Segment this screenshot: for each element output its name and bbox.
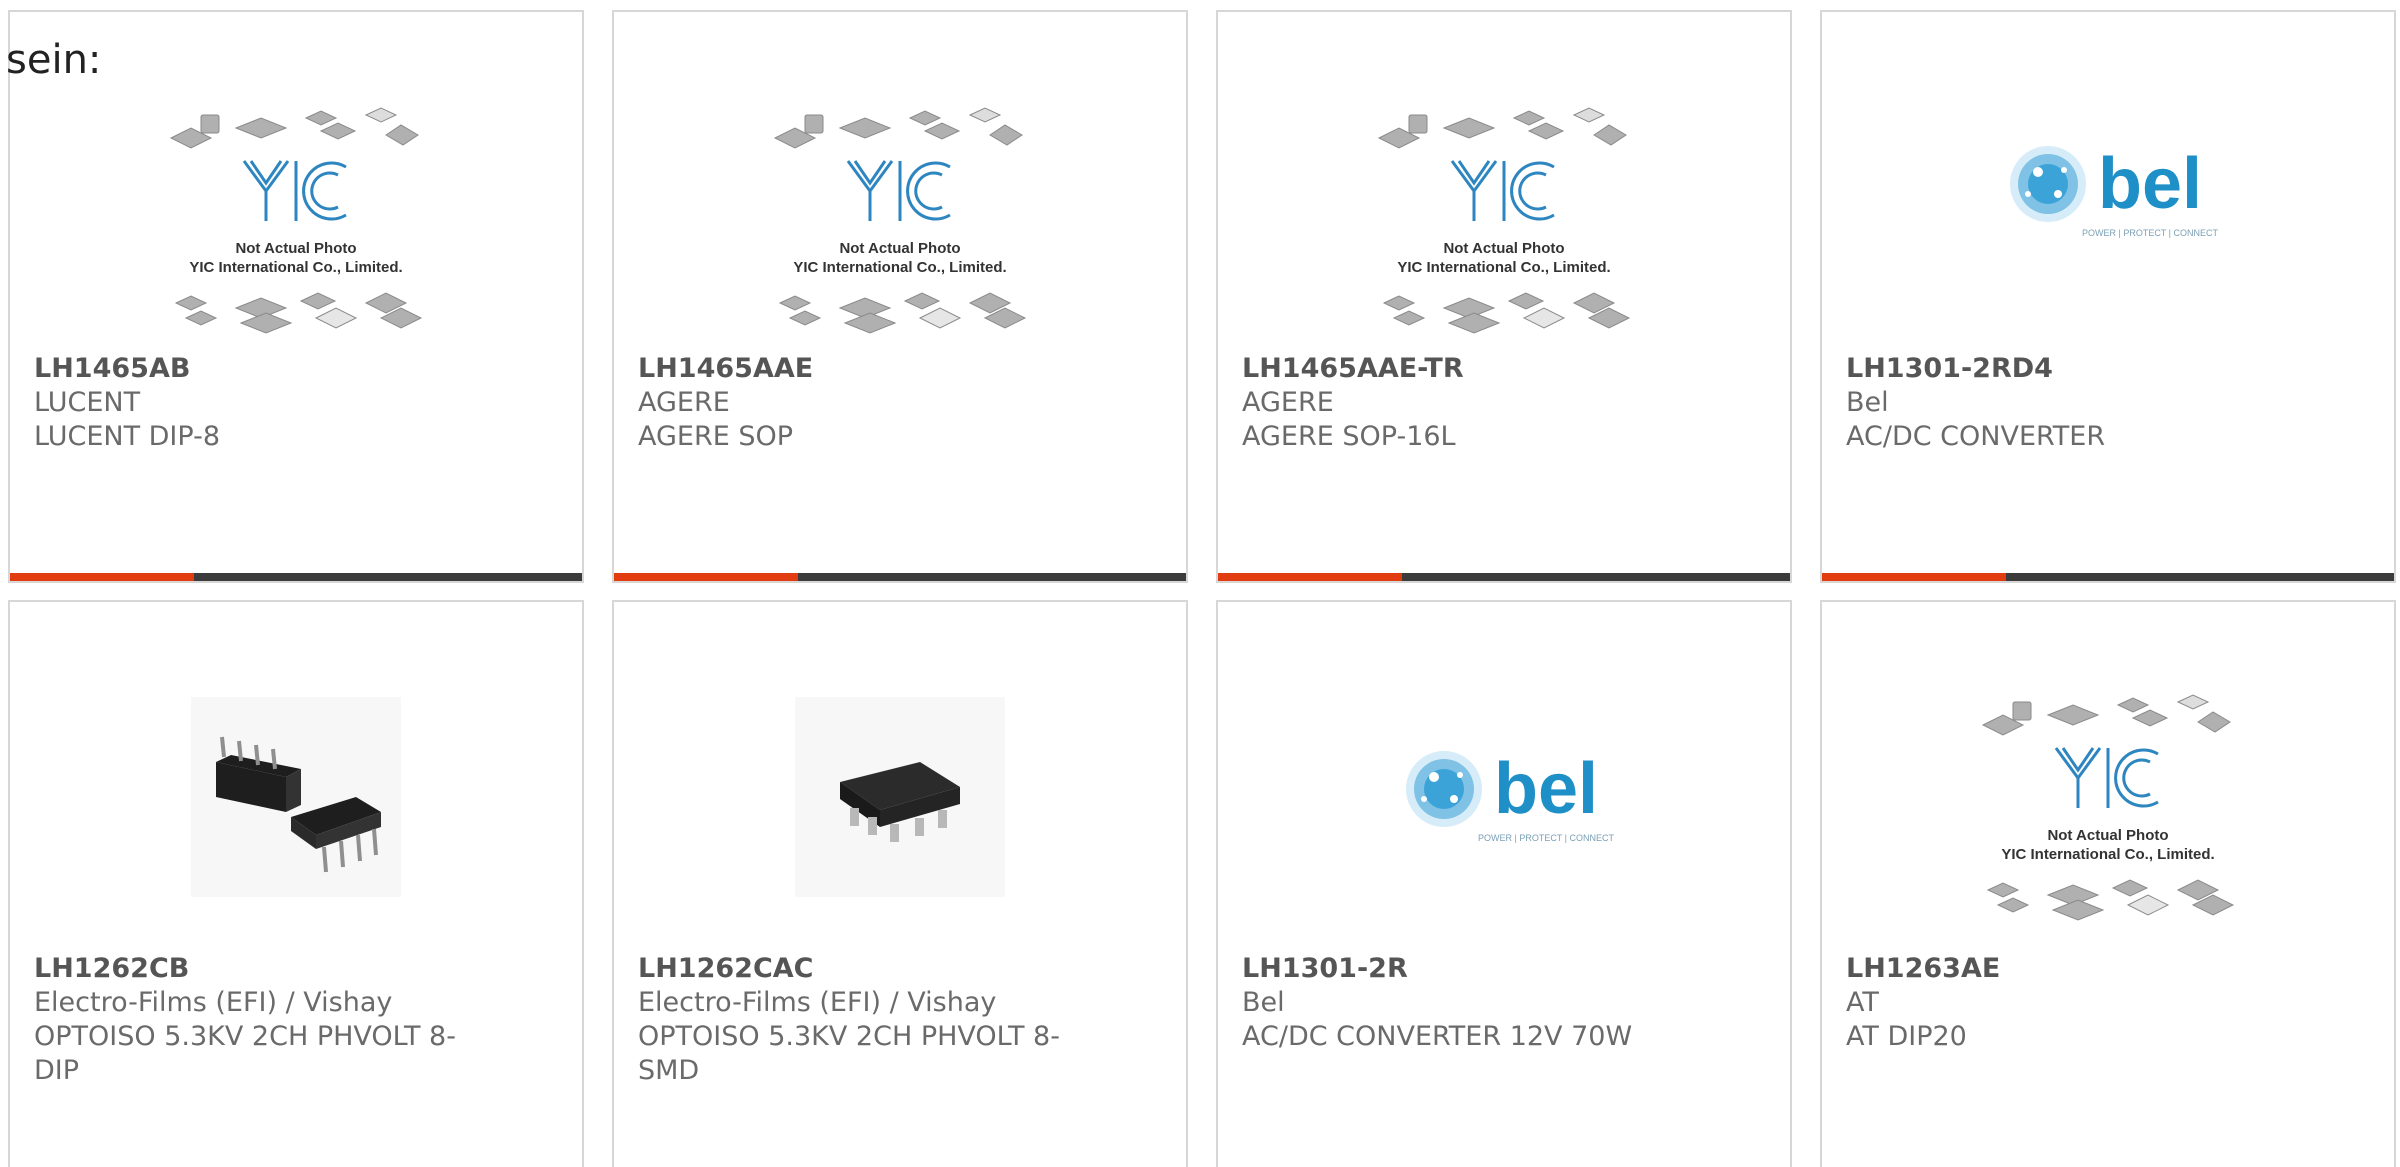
chip-cluster-bottom-icon [778, 291, 1027, 334]
product-image[interactable]: Not Actual Photo YIC International Co., … [614, 90, 1186, 355]
card-footer-bar [1822, 573, 2394, 581]
chip-cluster-top-icon [169, 106, 419, 149]
part-number[interactable]: LH1263AE [1846, 952, 2304, 986]
product-card[interactable]: Not Actual Photo YIC International Co., … [1820, 600, 2396, 1167]
part-number[interactable]: LH1465AB [34, 352, 492, 386]
yic-placeholder-image: Not Actual Photo YIC International Co., … [169, 106, 423, 334]
bel-logo-image: bel POWER | PROTECT | CONNECT [1406, 749, 1614, 843]
product-details: LH1262CAC Electro-Films (EFI) / Vishay O… [638, 952, 1096, 1088]
product-grid-page: sein: Not Actual Photo YIC International… [0, 0, 2400, 1167]
product-description: AC/DC CONVERTER 12V 70W [1242, 1021, 1633, 1052]
product-details: LH1301-2RD4 Bel AC/DC CONVERTER [1846, 352, 2304, 454]
product-image[interactable] [614, 662, 1186, 932]
product-description: OPTOISO 5.3KV 2CH PHVOLT 8-SMD [638, 1021, 1060, 1086]
product-image[interactable]: Not Actual Photo YIC International Co., … [1218, 90, 1790, 355]
product-description: AGERE SOP-16L [1242, 421, 1456, 452]
placeholder-line2: YIC International Co., Limited. [2001, 846, 2214, 863]
card-footer-accent [1218, 573, 1402, 581]
part-number[interactable]: LH1465AAE-TR [1242, 352, 1700, 386]
product-card[interactable]: LH1262CAC Electro-Films (EFI) / Vishay O… [612, 600, 1188, 1167]
product-description: LUCENT DIP-8 [34, 421, 221, 452]
placeholder-line1: Not Actual Photo [839, 240, 960, 257]
bel-globe-icon [2010, 146, 2086, 222]
card-footer-bar [10, 573, 582, 581]
product-image[interactable]: bel POWER | PROTECT | CONNECT [1218, 662, 1790, 932]
smd-chip-icon [840, 762, 960, 842]
placeholder-line2: YIC International Co., Limited. [793, 259, 1006, 276]
part-number[interactable]: LH1301-2R [1242, 952, 1700, 986]
product-details: LH1262CB Electro-Films (EFI) / Vishay OP… [34, 952, 492, 1088]
product-image[interactable]: bel POWER | PROTECT | CONNECT [1822, 72, 2394, 312]
yic-logo [846, 159, 951, 221]
manufacturer: Bel [1846, 387, 1889, 418]
card-footer-accent [1822, 573, 2006, 581]
card-footer-bar [614, 573, 1186, 581]
product-details: LH1465AB LUCENT LUCENT DIP-8 [34, 352, 492, 454]
card-footer-accent [614, 573, 798, 581]
dip-chip-icon [216, 736, 381, 873]
product-card[interactable]: Not Actual Photo YIC International Co., … [8, 10, 584, 583]
manufacturer: AGERE [1242, 387, 1334, 418]
part-number[interactable]: LH1262CB [34, 952, 492, 986]
placeholder-line1: Not Actual Photo [235, 240, 356, 257]
smd-component-photo [795, 697, 1005, 897]
product-description: OPTOISO 5.3KV 2CH PHVOLT 8-DIP [34, 1021, 456, 1086]
product-image[interactable] [10, 662, 582, 932]
product-card[interactable]: LH1262CB Electro-Films (EFI) / Vishay OP… [8, 600, 584, 1167]
manufacturer: Bel [1242, 987, 1285, 1018]
product-description: AGERE SOP [638, 421, 794, 452]
chip-cluster-top-icon [1981, 693, 2231, 736]
product-card[interactable]: bel POWER | PROTECT | CONNECT LH1301-2RD… [1820, 10, 2396, 583]
bel-tagline: POWER | PROTECT | CONNECT [1478, 833, 1614, 843]
product-card[interactable]: Not Actual Photo YIC International Co., … [612, 10, 1188, 583]
manufacturer: AT [1846, 987, 1879, 1018]
bel-wordmark: bel [1494, 749, 1598, 829]
manufacturer: AGERE [638, 387, 730, 418]
chip-cluster-bottom-icon [1986, 878, 2235, 921]
placeholder-line2: YIC International Co., Limited. [1397, 259, 1610, 276]
intro-text: sein: [6, 37, 102, 83]
chip-cluster-bottom-icon [1382, 291, 1631, 334]
product-details: LH1301-2R Bel AC/DC CONVERTER 12V 70W [1242, 952, 1700, 1054]
placeholder-line1: Not Actual Photo [2047, 827, 2168, 844]
bel-tagline: POWER | PROTECT | CONNECT [2082, 228, 2218, 238]
yic-logo [242, 159, 347, 221]
yic-logo [1450, 159, 1555, 221]
dip-component-photo [191, 697, 401, 897]
product-details: LH1465AAE AGERE AGERE SOP [638, 352, 1096, 454]
part-number[interactable]: LH1301-2RD4 [1846, 352, 2304, 386]
yic-placeholder-image: Not Actual Photo YIC International Co., … [773, 106, 1027, 334]
card-footer-bar [1218, 573, 1790, 581]
placeholder-line2: YIC International Co., Limited. [189, 259, 402, 276]
product-details: LH1465AAE-TR AGERE AGERE SOP-16L [1242, 352, 1700, 454]
part-number[interactable]: LH1262CAC [638, 952, 1096, 986]
bel-globe-icon [1406, 751, 1482, 827]
product-image[interactable]: Not Actual Photo YIC International Co., … [1822, 677, 2394, 942]
chip-cluster-top-icon [1377, 106, 1627, 149]
product-description: AT DIP20 [1846, 1021, 1967, 1052]
chip-cluster-top-icon [773, 106, 1023, 149]
yic-logo [2054, 746, 2159, 808]
card-footer-accent [10, 573, 194, 581]
chip-cluster-bottom-icon [174, 291, 423, 334]
yic-placeholder-image: Not Actual Photo YIC International Co., … [1981, 693, 2235, 921]
manufacturer: Electro-Films (EFI) / Vishay [638, 987, 997, 1018]
part-number[interactable]: LH1465AAE [638, 352, 1096, 386]
placeholder-line1: Not Actual Photo [1443, 240, 1564, 257]
product-image[interactable]: Not Actual Photo YIC International Co., … [10, 90, 582, 355]
manufacturer: Electro-Films (EFI) / Vishay [34, 987, 393, 1018]
manufacturer: LUCENT [34, 387, 141, 418]
product-details: LH1263AE AT AT DIP20 [1846, 952, 2304, 1054]
product-card[interactable]: Not Actual Photo YIC International Co., … [1216, 10, 1792, 583]
bel-logo-image: bel POWER | PROTECT | CONNECT [2010, 144, 2218, 238]
product-card[interactable]: bel POWER | PROTECT | CONNECT LH1301-2R … [1216, 600, 1792, 1167]
yic-placeholder-image: Not Actual Photo YIC International Co., … [1377, 106, 1631, 334]
bel-wordmark: bel [2098, 144, 2202, 224]
product-description: AC/DC CONVERTER [1846, 421, 2106, 452]
